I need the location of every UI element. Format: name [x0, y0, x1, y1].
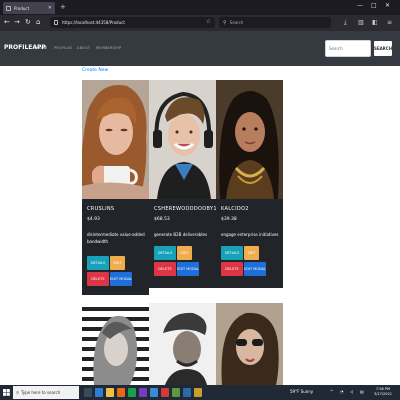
details-button[interactable]: DETAILS — [154, 246, 176, 260]
tab-title: Product — [14, 5, 30, 11]
create-new-link[interactable]: Create New — [82, 68, 108, 73]
product-card: KALCIDO2 $39.38 engage enterprise initia… — [216, 80, 283, 288]
address-bar[interactable]: https://localhost:44358/Product ☆ — [50, 17, 215, 28]
taskbar-search[interactable]: ⚲ Type here to search — [13, 386, 79, 399]
new-tab-button[interactable]: + — [60, 3, 66, 11]
lock-icon — [54, 20, 58, 25]
product-photo — [82, 303, 149, 385]
search-icon: ⚲ — [16, 390, 19, 395]
nav-about[interactable]: ABOUT — [77, 46, 90, 50]
reload-icon[interactable]: ↻ — [25, 18, 31, 27]
product-price: $39.38 — [221, 217, 237, 222]
search-button[interactable]: SEARCH — [373, 40, 393, 57]
task-view-icon[interactable] — [84, 388, 92, 397]
edit-button[interactable]: EDIT — [177, 246, 192, 260]
product-photo — [149, 303, 216, 385]
url-text: https://localhost:44358/Product — [62, 20, 125, 25]
clock[interactable]: 7:56 PM 3/17/2021 — [374, 387, 392, 397]
product-name: CRUSLINS — [87, 206, 115, 212]
browser-search-field[interactable]: ⚲ Search — [219, 17, 331, 28]
browser-tab-bar: Product ✕ + — □ ✕ — [0, 0, 400, 15]
minimize-button[interactable]: — — [357, 2, 363, 9]
edit-modal-button[interactable]: EDIT MODAL — [110, 272, 132, 286]
product-photo — [149, 80, 216, 199]
product-name: KALCIDO2 — [221, 206, 249, 212]
nav-profiles[interactable]: PROFILES — [54, 46, 72, 50]
delete-button[interactable]: DELETE — [87, 272, 109, 286]
product-card: CSHEREWOODDOOBY1 $68.53 generate B2B del… — [149, 80, 216, 288]
weather-text[interactable]: 59°F Sunny — [290, 389, 313, 394]
details-button[interactable]: DETAILS — [221, 246, 243, 260]
extensions-icon[interactable]: ◧ — [372, 19, 378, 26]
tray-chevron-icon[interactable]: ^ — [330, 389, 333, 394]
edit-modal-button[interactable]: EDIT MODAL — [244, 262, 266, 276]
home-icon[interactable]: ⌂ — [36, 18, 40, 27]
maximize-button[interactable]: □ — [371, 2, 377, 9]
product-description: generate B2B deliverables — [154, 232, 208, 237]
nav-home[interactable]: HOME — [36, 46, 47, 50]
library-icon[interactable]: ▥ — [358, 19, 364, 26]
forward-arrow-icon[interactable]: → — [14, 18, 20, 27]
product-price: $4.93 — [87, 217, 100, 222]
search-input[interactable] — [325, 40, 371, 57]
visual-studio-icon[interactable] — [139, 388, 147, 397]
chrome-icon[interactable] — [128, 388, 136, 397]
taskbar-search-placeholder: Type here to search — [20, 390, 61, 395]
browser-toolbar: ← → ↻ ⌂ https://localhost:44358/Product … — [0, 15, 400, 31]
app-icon[interactable] — [183, 388, 191, 397]
close-tab-icon[interactable]: ✕ — [48, 5, 52, 11]
delete-button[interactable]: DELETE — [221, 262, 243, 276]
language-icon[interactable]: ▤ — [360, 389, 364, 394]
search-icon: ⚲ — [223, 19, 227, 26]
downloads-icon[interactable]: ⤓ — [344, 19, 347, 27]
product-description: engage enterprise initiatives — [221, 232, 279, 237]
volume-icon[interactable]: ◁ — [350, 389, 353, 394]
nav-membership[interactable]: MEMBERSHIP — [96, 46, 121, 50]
clock-date: 3/17/2021 — [374, 392, 392, 396]
details-button[interactable]: DETAILS — [87, 256, 109, 270]
edit-button[interactable]: EDIT — [110, 256, 125, 270]
edge-icon[interactable] — [95, 388, 103, 397]
taskbar: ⚲ Type here to search 59°F Sunny ^ ◔ ◁ ▤… — [0, 385, 400, 400]
product-photo — [216, 80, 283, 199]
edit-button[interactable]: EDIT — [244, 246, 259, 260]
product-photo — [216, 303, 283, 385]
edit-modal-button[interactable]: EDIT MODAL — [177, 262, 199, 276]
menu-icon[interactable]: ≡ — [387, 19, 392, 26]
vscode-icon[interactable] — [150, 388, 158, 397]
product-photo — [82, 80, 149, 199]
browser-search-placeholder: Search — [229, 20, 244, 25]
product-price: $68.53 — [154, 217, 170, 222]
bookmark-star-icon[interactable]: ☆ — [206, 18, 211, 25]
app-icon[interactable] — [161, 388, 169, 397]
close-window-button[interactable]: ✕ — [385, 2, 390, 9]
app-icon[interactable] — [172, 388, 180, 397]
page-icon — [6, 5, 11, 11]
product-card: CRUSLINS $4.93 disintermediate value-add… — [82, 80, 149, 295]
delete-button[interactable]: DELETE — [154, 262, 176, 276]
product-name: CSHEREWOODDOOBY1 — [154, 206, 217, 212]
back-arrow-icon[interactable]: ← — [4, 18, 10, 27]
file-explorer-icon[interactable] — [106, 388, 114, 397]
network-icon[interactable]: ◔ — [340, 389, 344, 394]
product-description: disintermediate value-added bandwidth — [87, 232, 145, 244]
windows-start-icon[interactable] — [3, 389, 10, 396]
browser-tab[interactable]: Product ✕ — [3, 2, 55, 14]
firefox-icon[interactable] — [117, 388, 125, 397]
app-icon[interactable] — [194, 388, 202, 397]
